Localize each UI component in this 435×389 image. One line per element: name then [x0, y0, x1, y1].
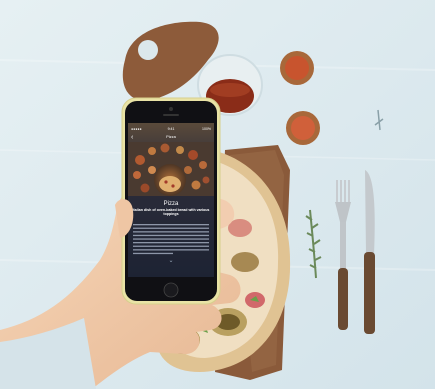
body-text-line	[133, 242, 209, 244]
status-carrier: ●●●●●	[131, 127, 142, 131]
status-time: 9:41	[168, 127, 175, 131]
body-text-line	[133, 224, 209, 226]
screen-title: Pizza	[164, 201, 179, 207]
body-text-line	[133, 238, 209, 240]
home-button[interactable]	[163, 282, 179, 298]
nav-title: Pizza	[166, 134, 177, 139]
phone-screen: ●●●●● 9:41 100% ‹ Pizza Pizza Italian di…	[128, 123, 214, 277]
pizza-image	[128, 142, 214, 196]
screen-body-text	[133, 224, 209, 255]
scroll-hint-icon[interactable]: ⌄	[168, 258, 173, 264]
screen-subtitle-wrap: Italian dish of oven-baked bread with va…	[132, 208, 210, 217]
body-text-line	[133, 252, 173, 255]
body-text-line	[133, 245, 209, 247]
phone: ●●●●● 9:41 100% ‹ Pizza Pizza Italian di…	[121, 97, 221, 305]
scene-photo: ●●●●● 9:41 100% ‹ Pizza Pizza Italian di…	[0, 0, 435, 389]
body-text-line	[133, 249, 209, 251]
status-battery: 100%	[202, 127, 211, 131]
body-text-line	[133, 231, 209, 233]
body-text-line	[133, 227, 209, 229]
screen-subtitle: Italian dish of oven-baked bread with va…	[132, 208, 210, 217]
body-text-line	[133, 234, 209, 237]
